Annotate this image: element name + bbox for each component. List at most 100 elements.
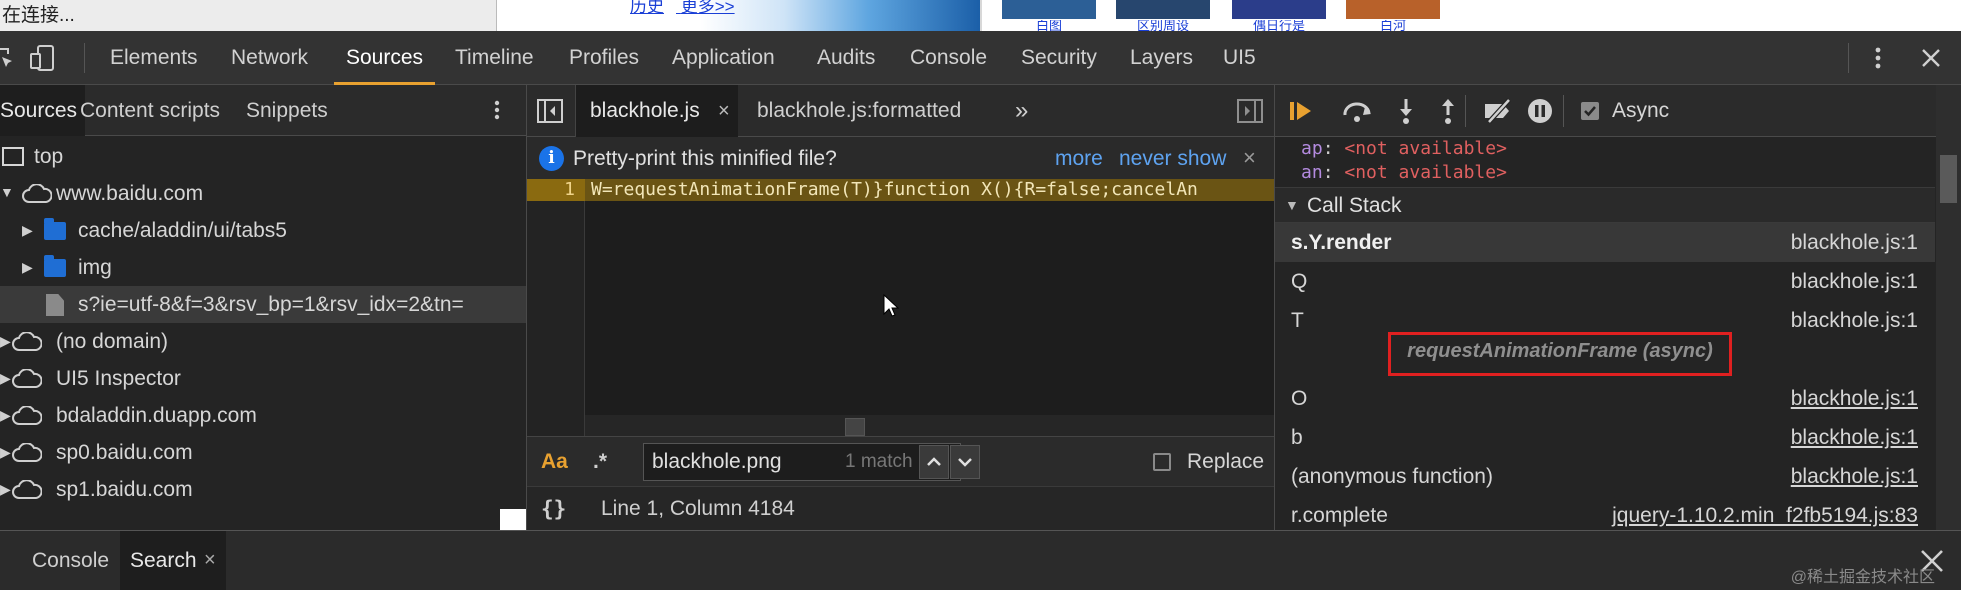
infobar-close-icon[interactable]: × xyxy=(1243,137,1256,180)
replace-checkbox[interactable] xyxy=(1153,453,1171,471)
async-checkbox[interactable] xyxy=(1581,102,1599,120)
match-case-toggle[interactable]: Aa xyxy=(541,437,568,487)
scope-variable[interactable]: an: <not available> xyxy=(1301,161,1507,185)
close-tab-icon[interactable]: × xyxy=(718,85,730,137)
tab-profiles[interactable]: Profiles xyxy=(569,31,639,85)
collapsed-triangle-icon[interactable]: ▶ xyxy=(0,397,11,434)
tree-item-folder[interactable]: ▶ cache/aladdin/ui/tabs5 xyxy=(0,212,526,249)
history-link[interactable]: 历史 xyxy=(630,0,664,16)
navigator-menu-icon[interactable] xyxy=(492,99,502,121)
drawer-tab-search[interactable]: Search × xyxy=(120,531,226,590)
step-over-icon[interactable] xyxy=(1341,99,1375,123)
deactivate-breakpoints-icon[interactable] xyxy=(1483,98,1515,124)
tree-item-label: img xyxy=(78,256,112,279)
tab-content-scripts[interactable]: Content scripts xyxy=(80,85,220,136)
tree-item-folder[interactable]: ▶ img xyxy=(0,249,526,286)
tree-item-domain[interactable]: ▶ sp1.baidu.com xyxy=(0,471,526,508)
more-link[interactable]: 更多>> xyxy=(681,0,735,16)
tab-ui5[interactable]: UI5 xyxy=(1223,31,1256,85)
resume-icon[interactable] xyxy=(1289,99,1315,123)
next-match-button[interactable] xyxy=(950,445,980,479)
regex-toggle[interactable]: .* xyxy=(593,437,607,487)
drawer-tab-console[interactable]: Console xyxy=(32,531,109,590)
collapsed-triangle-icon[interactable]: ▶ xyxy=(0,323,11,360)
browser-page-strip: 历史 更多>> 白图 区别周设 偶日行是 白河 在连接... xyxy=(0,0,1961,31)
cloud-icon xyxy=(12,406,42,425)
call-frame-location[interactable]: blackhole.js:1 xyxy=(1791,418,1918,457)
page-thumbnail[interactable] xyxy=(1116,0,1210,19)
editor-tab-blackhole-formatted[interactable]: blackhole.js:formatted xyxy=(747,85,961,137)
tab-sources[interactable]: Sources xyxy=(334,31,436,85)
page-thumbnail[interactable] xyxy=(1002,0,1096,19)
page-thumbnail[interactable] xyxy=(1232,0,1326,19)
call-frame-location[interactable]: blackhole.js:1 xyxy=(1791,301,1918,340)
step-into-icon[interactable] xyxy=(1397,97,1415,125)
toggle-debugger-icon[interactable] xyxy=(1237,99,1263,123)
tab-snippets[interactable]: Snippets xyxy=(246,85,328,136)
collapsed-triangle-icon[interactable]: ▶ xyxy=(0,360,11,397)
horizontal-scrollbar[interactable] xyxy=(585,415,1274,437)
close-tab-icon[interactable]: × xyxy=(204,531,216,590)
more-tabs-icon[interactable]: » xyxy=(1015,85,1028,137)
call-frame[interactable]: b blackhole.js:1 xyxy=(1275,418,1935,457)
pause-on-exceptions-icon[interactable] xyxy=(1527,98,1553,124)
page-thumbnail[interactable] xyxy=(1346,0,1440,19)
tab-network[interactable]: Network xyxy=(231,31,308,85)
tree-item-domain[interactable]: ▶ bdaladdin.duapp.com xyxy=(0,397,526,434)
vertical-scrollbar-thumb[interactable] xyxy=(1940,155,1957,203)
tab-timeline[interactable]: Timeline xyxy=(455,31,534,85)
toggle-navigator-icon[interactable] xyxy=(537,99,563,123)
call-frame-location[interactable]: blackhole.js:1 xyxy=(1791,223,1918,262)
step-out-icon[interactable] xyxy=(1439,97,1457,125)
call-frame-location[interactable]: jquery-1.10.2.min_f2fb5194.js:83 xyxy=(1612,496,1918,530)
tree-item-domain[interactable]: ▶ sp0.baidu.com xyxy=(0,434,526,471)
more-vert-icon[interactable] xyxy=(1872,46,1884,70)
inspect-icon[interactable] xyxy=(0,47,16,71)
tab-audits[interactable]: Audits xyxy=(817,31,875,85)
tab-layers[interactable]: Layers xyxy=(1130,31,1193,85)
tree-item-file[interactable]: s?ie=utf-8&f=3&rsv_bp=1&rsv_idx=2&tn= xyxy=(0,286,526,323)
checkmark-icon xyxy=(1584,106,1596,117)
close-devtools-icon[interactable] xyxy=(1920,47,1942,69)
collapsed-triangle-icon[interactable]: ▶ xyxy=(0,434,11,471)
infobar-more-link[interactable]: more xyxy=(1055,137,1103,180)
call-frame[interactable]: Q blackhole.js:1 xyxy=(1275,262,1935,301)
call-frame-current[interactable]: s.Y.render blackhole.js:1 xyxy=(1275,223,1935,262)
call-frame[interactable]: O blackhole.js:1 xyxy=(1275,379,1935,418)
tab-security[interactable]: Security xyxy=(1021,31,1097,85)
call-frame-location[interactable]: blackhole.js:1 xyxy=(1791,262,1918,301)
scope-variable-value: <not available> xyxy=(1344,162,1507,183)
call-frame[interactable]: r.complete jquery-1.10.2.min_f2fb5194.js… xyxy=(1275,496,1935,530)
pretty-print-button[interactable]: {} xyxy=(541,487,566,530)
tab-elements[interactable]: Elements xyxy=(110,31,198,85)
previous-match-button[interactable] xyxy=(919,445,949,479)
code-line[interactable]: W=requestAnimationFrame(T)}function X(){… xyxy=(591,179,1198,201)
device-mode-icon[interactable] xyxy=(28,44,56,72)
expanded-triangle-icon[interactable]: ▼ xyxy=(0,174,14,211)
cloud-icon xyxy=(12,443,42,462)
tree-item-domain[interactable]: ▶ (no domain) xyxy=(0,323,526,360)
tab-navigator-sources[interactable]: Sources xyxy=(0,85,86,136)
line-number[interactable]: 1 xyxy=(527,179,585,201)
editor-tab-blackhole-js[interactable]: blackhole.js × xyxy=(576,85,738,137)
collapsed-triangle-icon[interactable]: ▶ xyxy=(0,471,11,508)
call-frame-location[interactable]: blackhole.js:1 xyxy=(1791,379,1918,418)
collapsed-triangle-icon[interactable]: ▶ xyxy=(22,249,33,286)
tree-item-top[interactable]: top xyxy=(0,138,526,175)
horizontal-scrollbar-thumb[interactable] xyxy=(845,418,865,436)
infobar-never-show-link[interactable]: never show xyxy=(1119,137,1226,180)
tab-console[interactable]: Console xyxy=(910,31,987,85)
vertical-scrollbar[interactable] xyxy=(1936,85,1961,530)
tab-application[interactable]: Application xyxy=(672,31,775,85)
tree-item-domain[interactable]: ▶ UI5 Inspector xyxy=(0,360,526,397)
scope-variable[interactable]: ap: <not available> xyxy=(1301,137,1507,161)
search-input[interactable] xyxy=(643,443,961,481)
async-divider-label: requestAnimationFrame (async) xyxy=(1407,340,1713,362)
call-frame[interactable]: (anonymous function) blackhole.js:1 xyxy=(1275,457,1935,496)
collapsed-triangle-icon[interactable]: ▶ xyxy=(22,212,33,249)
call-frame-function: O xyxy=(1291,387,1308,410)
call-stack-header[interactable]: ▼ Call Stack xyxy=(1275,187,1935,223)
call-frame-location[interactable]: blackhole.js:1 xyxy=(1791,457,1918,496)
pretty-print-infobar: i Pretty-print this minified file? more … xyxy=(527,137,1274,180)
tree-item-domain[interactable]: ▼ www.baidu.com xyxy=(0,174,526,212)
